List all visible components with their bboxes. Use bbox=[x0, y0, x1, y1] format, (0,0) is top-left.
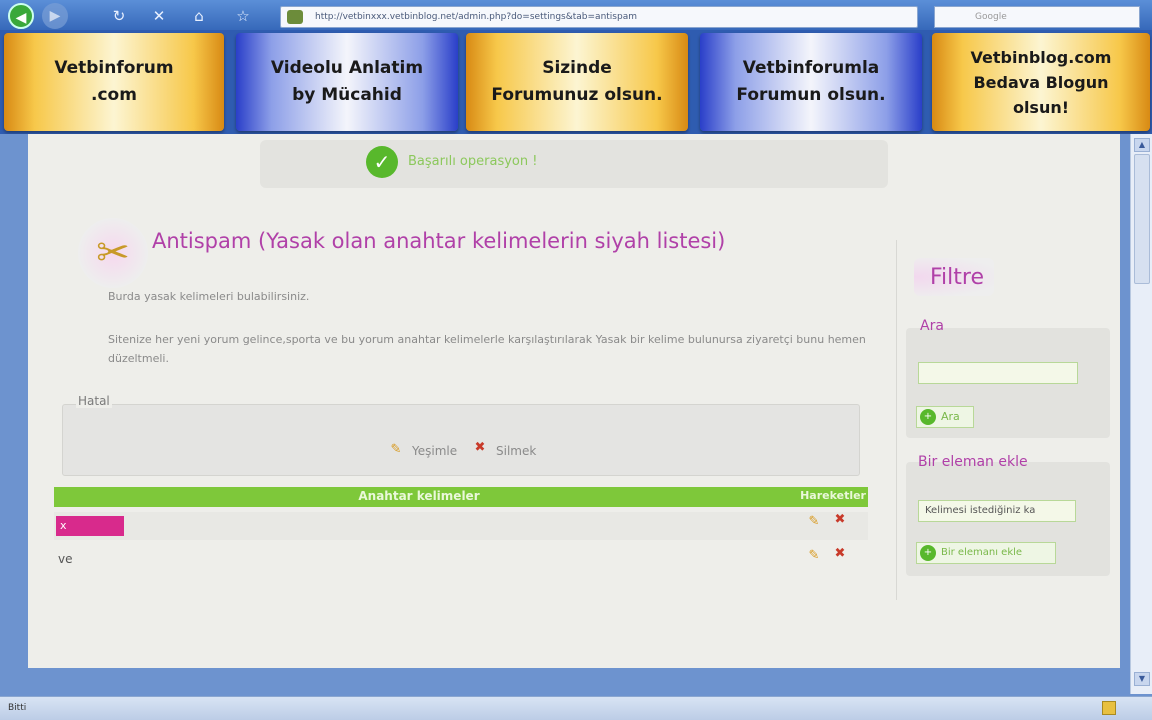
search-input[interactable] bbox=[918, 362, 1078, 384]
banner-vetbinforumla[interactable]: Vetbinforumla Forumun olsun. bbox=[700, 33, 922, 131]
forward-icon[interactable]: ▶ bbox=[42, 3, 68, 29]
browser-search-input[interactable]: Google bbox=[934, 6, 1140, 28]
tools-icon: ✂ bbox=[78, 218, 148, 288]
scroll-up-icon[interactable]: ▲ bbox=[1134, 138, 1150, 152]
security-icon bbox=[1102, 701, 1116, 715]
keyword-cell: x bbox=[56, 516, 124, 536]
browser-toolbar: ◀ ▶ ↻ ✕ ⌂ ☆ http://vetbinxxx.vetbinblog.… bbox=[0, 0, 1152, 32]
search-label: Ara bbox=[920, 318, 944, 334]
check-icon: ✓ bbox=[366, 146, 398, 178]
page-title: Antispam (Yasak olan anahtar kelimelerin… bbox=[152, 229, 726, 253]
page-description: Burda yasak kelimeleri bulabilirsiniz. bbox=[108, 290, 310, 303]
search-button[interactable]: + Ara bbox=[916, 406, 974, 428]
success-message: Başarılı operasyon ! bbox=[408, 154, 538, 169]
edit-icon: ✎ bbox=[390, 442, 402, 457]
scroll-down-icon[interactable]: ▼ bbox=[1134, 672, 1150, 686]
browser-status-bar: Bitti bbox=[0, 696, 1152, 720]
delete-icon[interactable]: ✖ bbox=[832, 512, 848, 528]
status-text: Bitti bbox=[8, 703, 27, 713]
bookmark-icon[interactable]: ☆ bbox=[232, 5, 254, 27]
add-item-button[interactable]: + Bir elemanı ekle bbox=[916, 542, 1056, 564]
table-header: Anahtar kelimeler Hareketler bbox=[54, 487, 868, 507]
refresh-icon[interactable]: ↻ bbox=[108, 5, 130, 27]
legend-edit-label: Yeşimle bbox=[412, 444, 458, 458]
stop-icon[interactable]: ✕ bbox=[148, 5, 170, 27]
banner-vetbinforum[interactable]: Vetbinforum .com bbox=[4, 33, 224, 131]
add-item-input[interactable]: Kelimesi istediğiniz ka bbox=[918, 500, 1076, 522]
back-icon[interactable]: ◀ bbox=[8, 3, 34, 29]
delete-icon[interactable]: ✖ bbox=[832, 546, 848, 562]
address-bar[interactable]: http://vetbinxxx.vetbinblog.net/admin.ph… bbox=[280, 6, 918, 28]
banner-vetbinblog[interactable]: Vetbinblog.com Bedava Blogun olsun! bbox=[932, 33, 1150, 131]
search-button-label: Ara bbox=[941, 410, 960, 423]
legend-box bbox=[62, 404, 860, 476]
edit-icon[interactable]: ✎ bbox=[806, 514, 822, 530]
filter-title: Filtre bbox=[914, 258, 994, 296]
table-row bbox=[54, 512, 868, 540]
add-item-button-label: Bir elemanı ekle bbox=[941, 547, 1023, 558]
legend-delete-label: Silmek bbox=[496, 444, 537, 458]
vertical-scrollbar[interactable]: ▲ ▼ bbox=[1130, 134, 1152, 694]
add-icon: + bbox=[920, 545, 936, 561]
banner-videolu-anlatim[interactable]: Videolu Anlatim by Mücahid bbox=[236, 33, 458, 131]
sidebar-divider bbox=[896, 240, 897, 600]
header-keywords: Anahtar kelimeler bbox=[358, 489, 480, 503]
scrollbar-thumb[interactable] bbox=[1134, 154, 1150, 284]
add-item-label: Bir eleman ekle bbox=[918, 454, 1028, 470]
keyword-cell: ve bbox=[58, 552, 73, 566]
url-text: http://vetbinxxx.vetbinblog.net/admin.ph… bbox=[315, 12, 637, 22]
delete-icon: ✖ bbox=[474, 440, 486, 455]
ad-banner-strip: Vetbinforum .com Videolu Anlatim by Müca… bbox=[0, 30, 1152, 134]
home-icon[interactable]: ⌂ bbox=[188, 5, 210, 27]
add-icon: + bbox=[920, 409, 936, 425]
success-message-box bbox=[260, 140, 888, 188]
edit-icon[interactable]: ✎ bbox=[806, 548, 822, 564]
site-favicon-icon bbox=[287, 10, 303, 24]
legend-title: Hatal bbox=[76, 394, 112, 408]
table-row bbox=[54, 544, 868, 572]
page-info: Sitenize her yeni yorum gelince,sporta v… bbox=[108, 333, 866, 365]
header-actions: Hareketler bbox=[800, 489, 866, 502]
banner-sizinde-forum[interactable]: Sizinde Forumunuz olsun. bbox=[466, 33, 688, 131]
